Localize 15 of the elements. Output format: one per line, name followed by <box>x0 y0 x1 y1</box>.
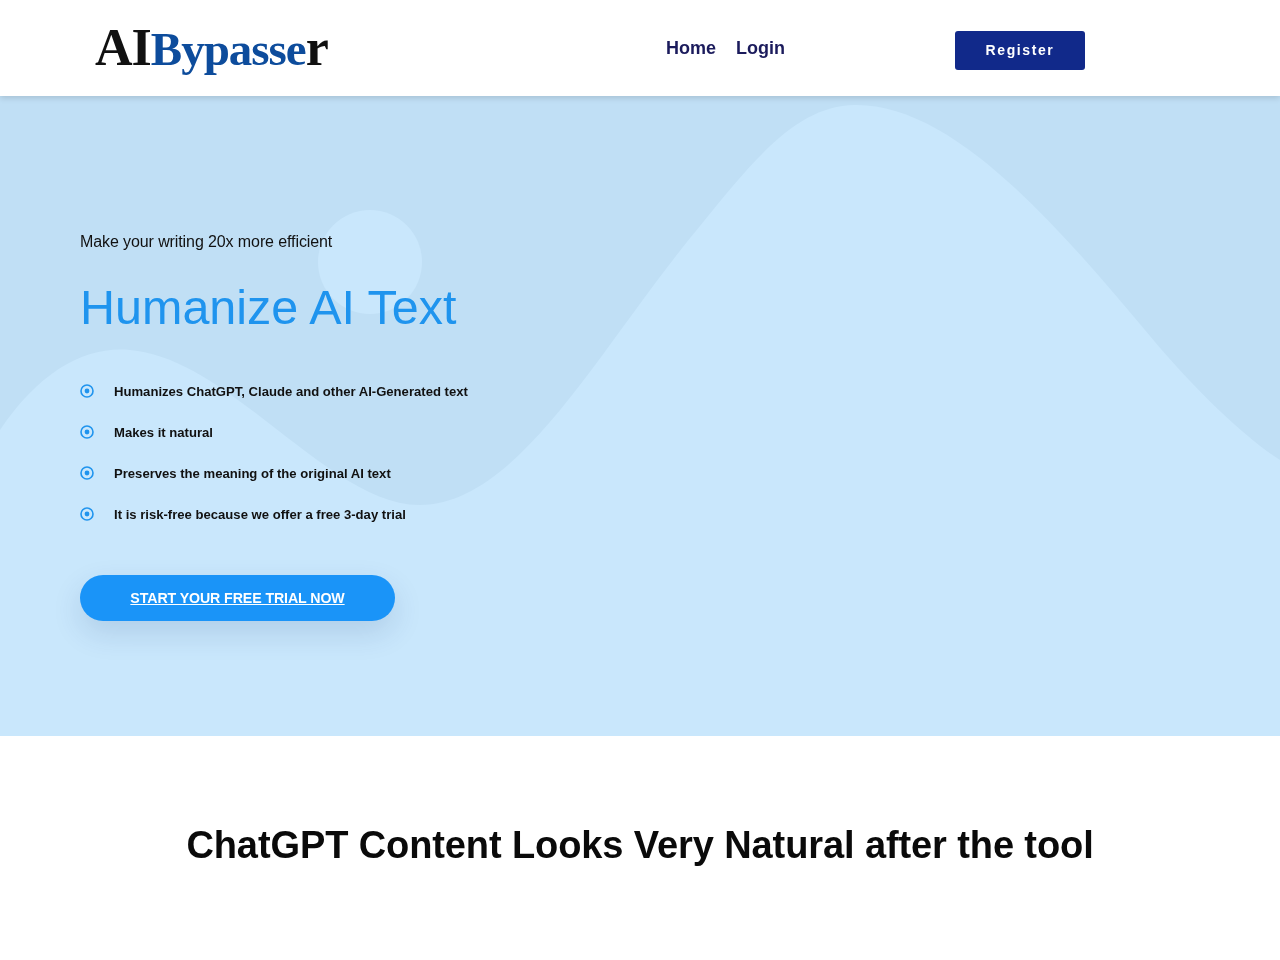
nav-link[interactable]: Login <box>736 37 785 59</box>
radio-dot-icon <box>80 384 94 398</box>
tagline: Make your writing 20x more efficient <box>80 232 333 252</box>
register-button[interactable]: Register <box>955 30 1085 70</box>
radio-dot-icon <box>80 425 94 439</box>
feature-text: It is risk-free because we offer a free 3-day trial <box>114 506 406 522</box>
feature-text: Preserves the meaning of the original AI text <box>114 465 391 481</box>
hero-title: Humanize AI Text <box>80 279 457 336</box>
feature-text: Makes it natural <box>114 424 213 440</box>
nav-link[interactable]: Home <box>666 37 716 59</box>
section-heading: ChatGPT Content Looks Very Natural after the tool <box>186 823 1094 868</box>
logo[interactable]: AIBypasser <box>95 22 328 74</box>
radio-dot-icon <box>80 507 94 521</box>
radio-dot-icon <box>80 466 94 480</box>
feature-text: Humanizes ChatGPT, Claude and other AI-Generated text <box>114 383 468 399</box>
